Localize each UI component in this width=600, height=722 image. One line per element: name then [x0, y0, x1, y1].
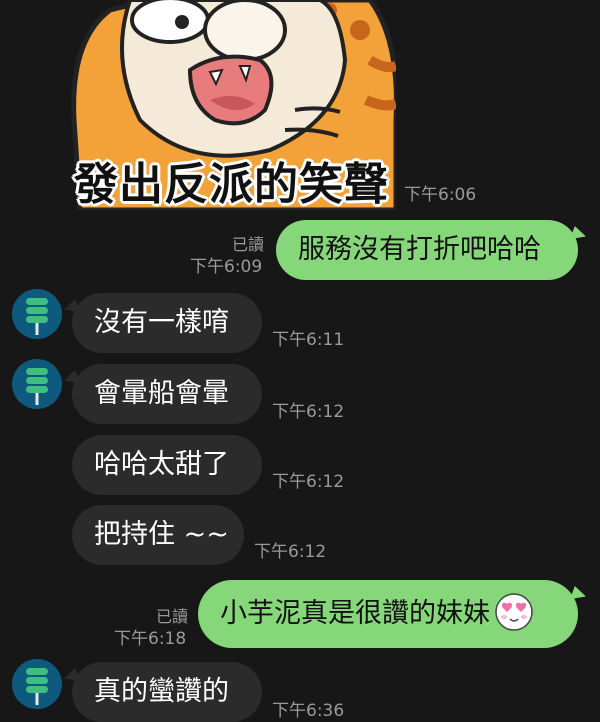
message-text: 服務沒有打折吧哈哈: [298, 234, 541, 265]
message-time: 下午6:11: [272, 330, 345, 350]
message-text: 真的蠻讚的: [94, 676, 229, 707]
message-text: 哈哈太甜了: [94, 449, 229, 480]
incoming-message[interactable]: 把持住 ~~: [72, 505, 244, 565]
cat-sticker[interactable]: 發出反派的笑聲: [70, 0, 396, 210]
message-text: 會暈船會暈: [94, 378, 229, 409]
sticker-caption: 發出反派的笑聲: [74, 159, 389, 210]
contact-avatar[interactable]: [12, 289, 62, 339]
sticker-time: 下午6:06: [404, 185, 477, 205]
contact-avatar[interactable]: [12, 359, 62, 409]
message-time: 下午6:12: [272, 472, 345, 492]
message-text: 小芋泥真是很讚的妹妹: [220, 598, 490, 629]
outgoing-message[interactable]: 小芋泥真是很讚的妹妹: [198, 580, 578, 648]
incoming-message[interactable]: 真的蠻讚的: [72, 662, 262, 722]
message-time: 下午6:09: [190, 257, 263, 277]
incoming-message[interactable]: 沒有一樣唷: [72, 293, 262, 353]
message-time: 下午6:18: [114, 629, 187, 649]
avatar-icon: [26, 668, 48, 705]
outgoing-message[interactable]: 服務沒有打折吧哈哈: [276, 220, 578, 280]
incoming-message[interactable]: 哈哈太甜了: [72, 435, 262, 495]
message-time: 下午6:12: [272, 402, 345, 422]
avatar-icon: [26, 368, 48, 405]
message-time: 下午6:36: [272, 701, 345, 721]
message-text: 把持住 ~~: [94, 519, 229, 550]
incoming-message[interactable]: 會暈船會暈: [72, 364, 262, 424]
message-text: 沒有一樣唷: [94, 307, 229, 338]
avatar-icon: [26, 298, 48, 335]
message-time: 下午6:12: [254, 542, 327, 562]
contact-avatar[interactable]: [12, 659, 62, 709]
heart-eyes-icon: [495, 592, 533, 631]
